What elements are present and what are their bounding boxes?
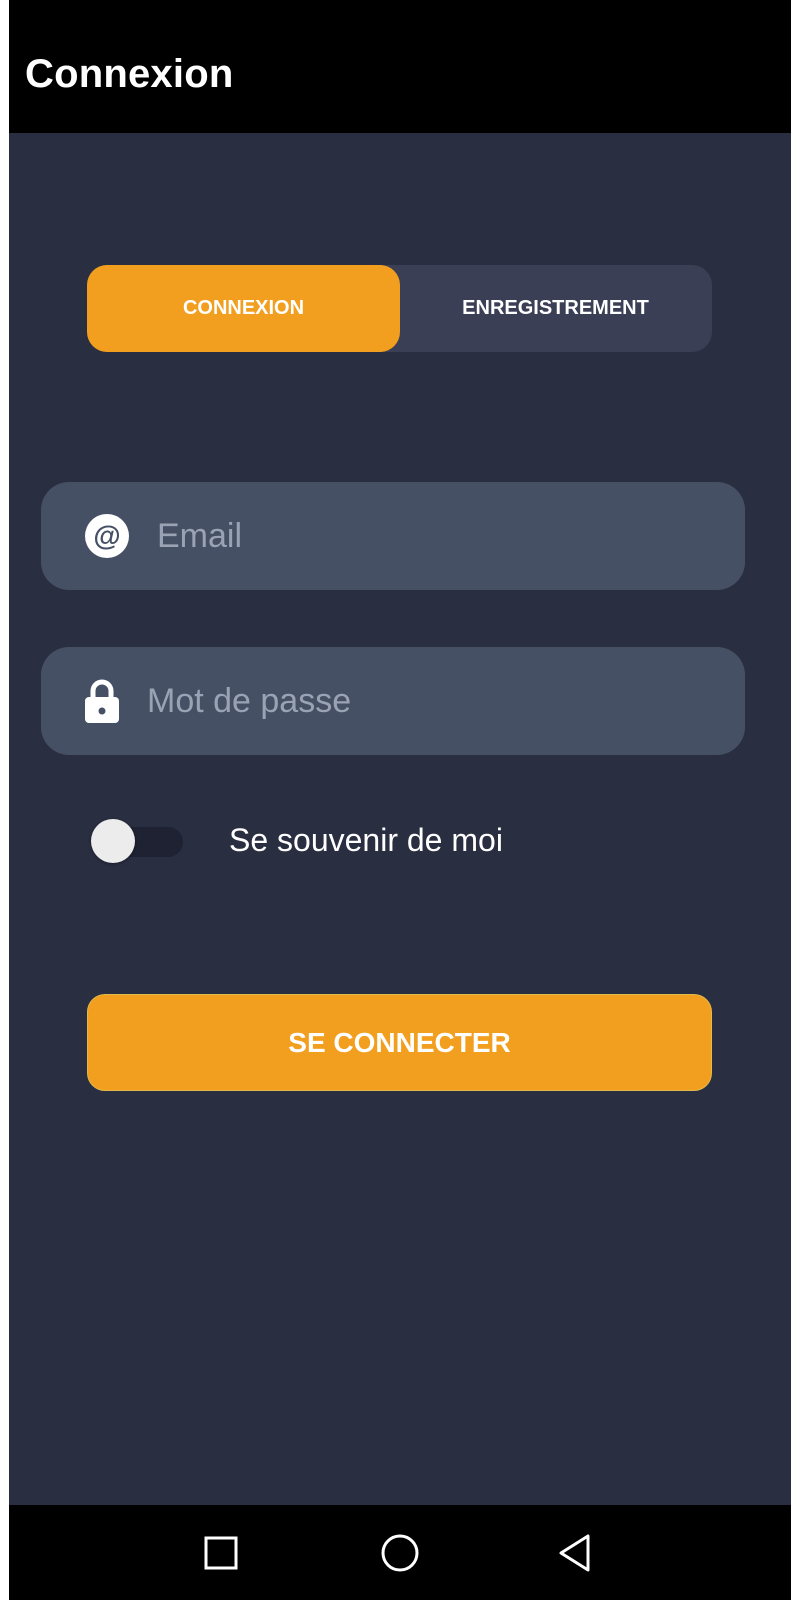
recent-apps-button[interactable] bbox=[195, 1527, 247, 1579]
email-field: @ bbox=[41, 482, 745, 590]
home-icon bbox=[381, 1534, 419, 1572]
remember-me-label: Se souvenir de moi bbox=[229, 822, 503, 858]
email-input[interactable] bbox=[157, 482, 717, 590]
login-screen: Connexion CONNEXION ENREGISTREMENT @ Se … bbox=[9, 0, 791, 1600]
login-button[interactable]: SE CONNECTER bbox=[87, 994, 712, 1091]
password-field bbox=[41, 647, 745, 755]
at-icon: @ bbox=[85, 514, 129, 558]
system-nav-bar bbox=[9, 1505, 791, 1600]
lock-icon bbox=[85, 679, 119, 723]
tab-enregistrement[interactable]: ENREGISTREMENT bbox=[399, 265, 712, 352]
back-button[interactable] bbox=[549, 1527, 601, 1579]
back-icon bbox=[559, 1534, 590, 1572]
recent-apps-icon bbox=[204, 1536, 238, 1570]
password-input[interactable] bbox=[147, 647, 717, 755]
remember-me-toggle-thumb[interactable] bbox=[91, 819, 135, 863]
auth-tab-bar: CONNEXION ENREGISTREMENT bbox=[87, 265, 712, 352]
remember-me-row: Se souvenir de moi bbox=[91, 815, 551, 865]
home-button[interactable] bbox=[374, 1527, 426, 1579]
tab-connexion[interactable]: CONNEXION bbox=[87, 265, 400, 352]
app-bar: Connexion bbox=[9, 0, 791, 133]
app-bar-title: Connexion bbox=[25, 52, 234, 96]
